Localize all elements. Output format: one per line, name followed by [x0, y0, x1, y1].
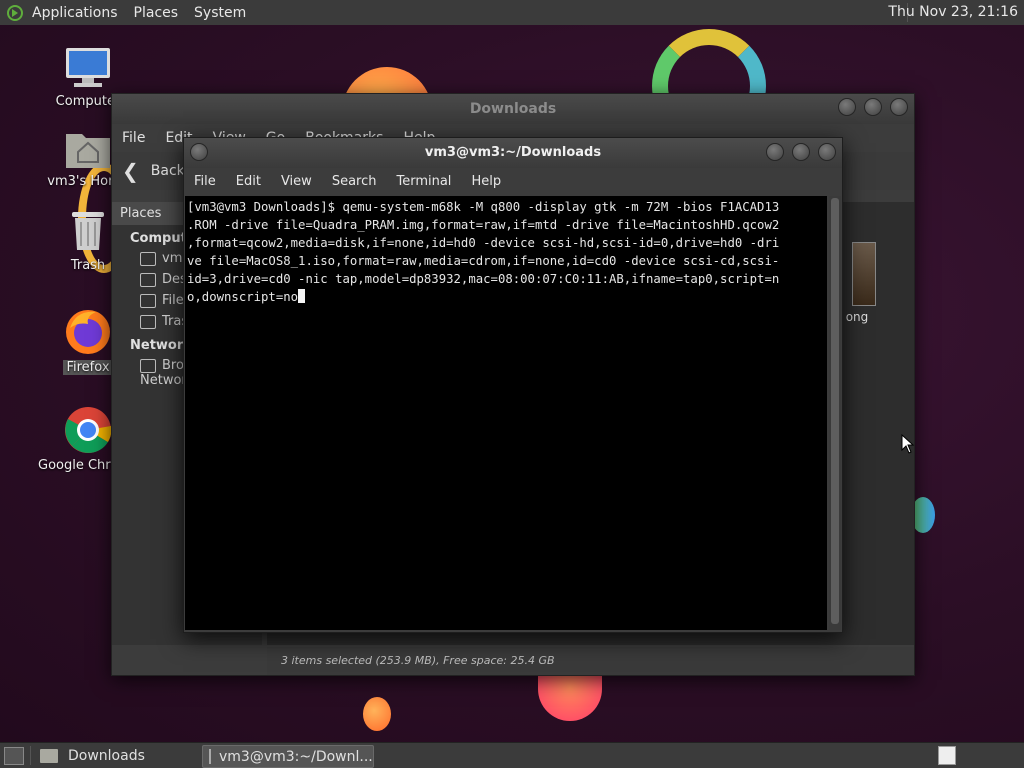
terminal-window: vm3@vm3:~/Downloads File Edit View Searc…: [183, 137, 843, 633]
terminal-screen[interactable]: [vm3@vm3 Downloads]$ qemu-system-m68k -M…: [185, 196, 827, 630]
back-label: Back: [150, 163, 185, 179]
menu-help[interactable]: Help: [461, 174, 511, 189]
system-menu[interactable]: System: [186, 5, 254, 21]
bottom-panel: Downloads vm3@vm3:~/Downl...: [0, 742, 1024, 768]
file-item-label: ong: [845, 310, 869, 324]
desktop-icon: [140, 273, 156, 287]
terminal-output: [vm3@vm3 Downloads]$ qemu-system-m68k -M…: [185, 196, 827, 308]
computer-icon: [64, 46, 112, 90]
menu-view[interactable]: View: [271, 174, 322, 189]
taskbar-item-downloads[interactable]: Downloads: [34, 745, 206, 766]
status-bar: 3 items selected (253.9 MB), Free space:…: [267, 647, 914, 675]
taskbar-item-label: vm3@vm3:~/Downl...: [219, 748, 373, 765]
top-panel: Applications Places System Thu Nov 23, 2…: [0, 0, 1024, 26]
minimize-button[interactable]: [766, 143, 784, 161]
text-cursor: [298, 289, 306, 303]
desktop-icon-label: Firefox: [63, 360, 113, 375]
menu-edit[interactable]: Edit: [226, 174, 271, 189]
scrollbar-thumb[interactable]: [831, 198, 839, 624]
arrow-left-icon: ❮: [122, 159, 139, 183]
file-manager-titlebar[interactable]: Downloads: [112, 94, 914, 124]
trash-icon: [68, 208, 108, 254]
terminal-line: [vm3@vm3 Downloads]$ qemu-system-m68k -M…: [187, 200, 780, 214]
chrome-icon: [64, 406, 112, 454]
home-icon: [140, 252, 156, 266]
menu-file[interactable]: File: [112, 130, 155, 146]
panel-separator: [30, 746, 31, 765]
terminal-menubar: File Edit View Search Terminal Help: [184, 168, 842, 194]
home-folder-icon: [64, 128, 112, 170]
taskbar-item-label: Downloads: [68, 747, 145, 764]
maximize-button[interactable]: [864, 98, 882, 116]
minimize-button[interactable]: [838, 98, 856, 116]
terminal-scrollbar[interactable]: [829, 196, 841, 630]
file-item[interactable]: ong: [837, 242, 877, 324]
decor-orange-dot: [363, 697, 391, 731]
back-button[interactable]: ❮ Back: [122, 159, 185, 183]
window-title: vm3@vm3:~/Downloads: [424, 145, 602, 160]
firefox-icon: [64, 308, 112, 356]
image-thumbnail-icon: [852, 242, 876, 306]
workspace-switcher[interactable]: [938, 746, 956, 765]
close-button[interactable]: [818, 143, 836, 161]
menu-file[interactable]: File: [184, 174, 226, 189]
applications-menu[interactable]: Applications: [24, 5, 126, 21]
terminal-line: o,downscript=no: [187, 290, 299, 304]
show-desktop-button[interactable]: [4, 747, 24, 765]
maximize-button[interactable]: [792, 143, 810, 161]
terminal-titlebar[interactable]: vm3@vm3:~/Downloads: [184, 138, 842, 168]
drive-icon: [140, 294, 156, 308]
taskbar-item-terminal[interactable]: vm3@vm3:~/Downl...: [202, 745, 374, 768]
menu-search[interactable]: Search: [322, 174, 387, 189]
folder-icon: [40, 748, 58, 763]
terminal-icon: [209, 749, 211, 764]
clock[interactable]: Thu Nov 23, 21:16: [888, 4, 1018, 20]
terminal-line: ve file=MacOS8_1.iso,format=raw,media=cd…: [187, 254, 780, 268]
terminal-line: .ROM -drive file=Quadra_PRAM.img,format=…: [187, 218, 780, 232]
window-title: Downloads: [469, 101, 557, 117]
places-menu[interactable]: Places: [126, 5, 187, 21]
close-button[interactable]: [890, 98, 908, 116]
network-icon: [140, 359, 156, 373]
menu-terminal[interactable]: Terminal: [386, 174, 461, 189]
trash-icon: [140, 315, 156, 329]
terminal-line: ,format=qcow2,media=disk,if=none,id=hd0 …: [187, 236, 780, 250]
terminal-line: id=3,drive=cd0 -nic tap,model=dp83932,ma…: [187, 272, 780, 286]
distro-logo-icon[interactable]: [6, 4, 24, 22]
window-menu-button[interactable]: [190, 143, 208, 161]
mouse-pointer-icon: [901, 433, 915, 458]
decor-pink-drop: [538, 673, 602, 721]
